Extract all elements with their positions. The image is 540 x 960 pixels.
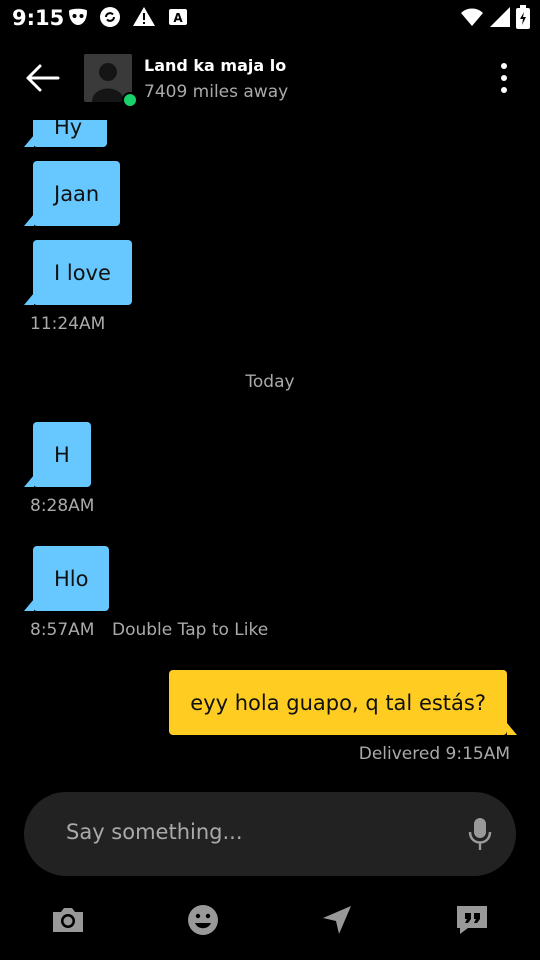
message-input-placeholder: Say something... (66, 820, 243, 844)
message-text: I love (54, 261, 111, 285)
message-timestamp: 8:28AM (30, 496, 95, 516)
status-time: 9:15 (12, 6, 65, 30)
quote-icon[interactable] (452, 900, 492, 940)
camera-icon[interactable] (48, 900, 88, 940)
contact-name[interactable]: Land ka maja lo (144, 56, 286, 75)
message-timestamp: 11:24AM (30, 314, 106, 334)
battery-icon (516, 5, 530, 29)
back-icon[interactable] (22, 58, 62, 98)
menu-icon[interactable] (490, 58, 518, 98)
chat-header-overlay: Land ka maja lo 7409 miles away (0, 36, 540, 120)
delivery-status: Delivered 9:15AM (358, 744, 510, 764)
location-icon[interactable] (317, 900, 357, 940)
font-icon: A (169, 9, 187, 25)
bottom-action-bar (0, 890, 540, 950)
message-timestamp: 8:57AM (30, 620, 95, 640)
bubble-tail (507, 723, 517, 735)
sync-icon (100, 7, 120, 27)
message-text: Jaan (54, 182, 100, 206)
wifi-icon (461, 8, 483, 26)
signal-icon (490, 7, 510, 27)
contact-distance: 7409 miles away (144, 82, 289, 102)
bubble-tail (24, 599, 34, 611)
message-bubble-outgoing[interactable]: eyy hola guapo, q tal estás? (169, 670, 507, 735)
message-bubble-incoming[interactable]: H (33, 422, 91, 487)
bubble-tail (24, 135, 34, 147)
emoji-icon[interactable] (183, 900, 223, 940)
status-bar: 9:15 A (0, 0, 540, 36)
svg-text:A: A (173, 11, 183, 25)
message-text: eyy hola guapo, q tal estás? (190, 691, 486, 715)
message-text: H (54, 443, 70, 467)
mic-icon[interactable] (466, 816, 494, 852)
day-separator: Today (245, 372, 295, 392)
message-input[interactable]: Say something... (24, 792, 516, 876)
bubble-tail (24, 293, 34, 305)
warning-icon (133, 7, 155, 26)
message-bubble-incoming[interactable]: Hlo (33, 546, 110, 611)
bubble-tail (24, 475, 34, 487)
online-indicator (122, 92, 138, 108)
message-bubble-incoming[interactable]: I love (33, 240, 132, 305)
message-bubble-incoming[interactable]: Jaan (33, 161, 121, 226)
bubble-tail (24, 214, 34, 226)
mask-icon (69, 8, 87, 25)
double-tap-hint: Double Tap to Like (112, 620, 269, 640)
message-text: Hlo (54, 567, 89, 591)
